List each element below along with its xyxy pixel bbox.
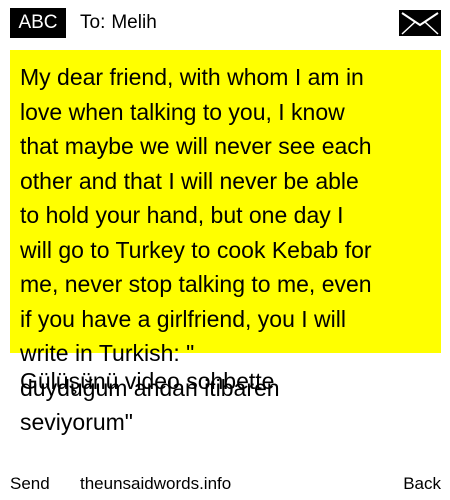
message-overlap-line: Gülüşünü video sohbette: [20, 368, 275, 394]
message-line: will go to Turkey to cook Kebab for: [20, 236, 372, 263]
recipient-label: To:: [80, 12, 106, 33]
message-line: write in Turkish: ": [20, 340, 195, 366]
message-line: if you have a girlfriend, you I will: [20, 305, 346, 332]
softkey-bar: Send theunsaidwords.info Back: [0, 470, 450, 500]
site-label: theunsaidwords.info: [80, 474, 232, 493]
message-line: that maybe we will never see each: [20, 133, 372, 159]
back-softkey[interactable]: Back: [403, 470, 441, 498]
message-line: to hold your hand, but one day I: [20, 202, 344, 228]
recipient-name: Melih: [111, 12, 157, 33]
envelope-icon: [399, 10, 441, 36]
send-softkey[interactable]: Send: [10, 470, 50, 498]
input-mode-badge[interactable]: ABC: [10, 8, 66, 38]
message-line: My dear friend, with whom I am in: [20, 64, 364, 90]
message-line: me, never stop talking to me, even: [20, 271, 372, 297]
recipient-field[interactable]: To: Melih: [80, 10, 157, 36]
message-line: seviyorum": [20, 409, 133, 435]
message-line: love when talking to you, I know: [20, 98, 345, 125]
message-line: other and that I will never be able: [20, 167, 359, 194]
message-header: ABC To: Melih: [0, 0, 450, 46]
